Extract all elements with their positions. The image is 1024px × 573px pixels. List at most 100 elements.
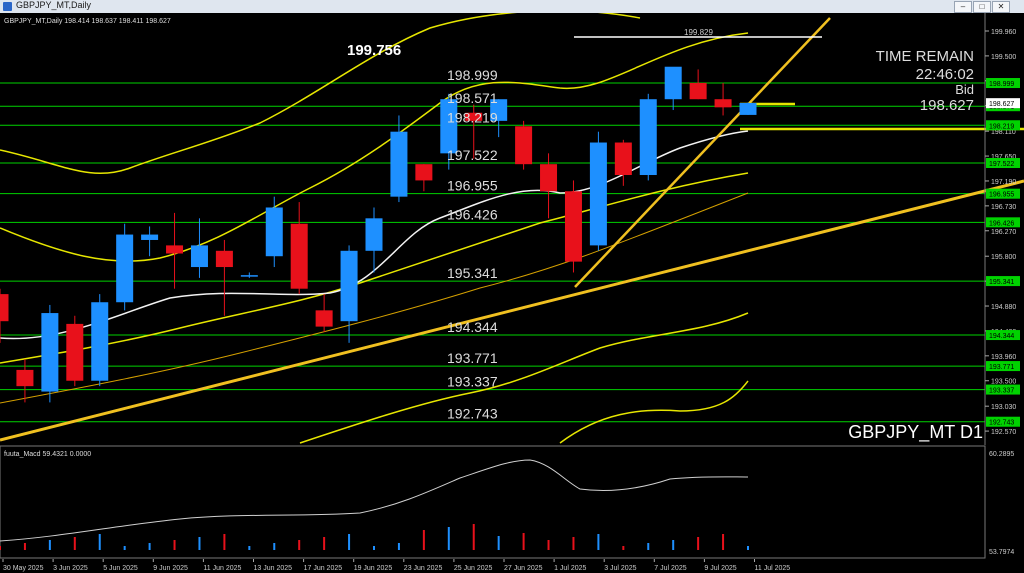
level-tag-6: 195.341	[989, 279, 1014, 286]
candle-body-1	[16, 369, 34, 387]
macd-top: 60.2895	[989, 451, 1014, 458]
candle-body-14	[340, 250, 358, 322]
price-tick-label-6: 197.190	[991, 179, 1016, 186]
time-remain-label: TIME REMAIN	[876, 48, 974, 65]
date-label-2: 5 Jun 2025	[103, 565, 138, 572]
macd-bar-16	[397, 543, 400, 550]
candle-body-30	[739, 103, 757, 115]
macd-bar-1	[23, 543, 26, 550]
macd-bar-4	[98, 534, 101, 550]
macd-bar-15	[373, 546, 375, 550]
date-label-5: 13 Jun 2025	[254, 565, 293, 572]
ohlc-header: GBPJPY_MT,Daily 198.414 198.637 198.411 …	[4, 18, 171, 25]
candle-body-26	[639, 99, 657, 176]
date-label-15: 11 Jul 2025	[755, 565, 791, 572]
macd-bar-0	[0, 546, 1, 550]
date-label-13: 7 Jul 2025	[654, 565, 686, 572]
macd-bottom: 53.7974	[989, 549, 1014, 556]
macd-bar-11	[273, 543, 276, 550]
candle-body-15	[365, 218, 383, 251]
price-tick-label-1: 199.500	[991, 54, 1016, 61]
date-label-14: 9 Jul 2025	[704, 565, 736, 572]
candle-body-7	[166, 245, 184, 254]
candle-body-2	[41, 313, 59, 392]
price-chart[interactable]: 198.999 198.571 198.219 197.522 196.955 196.4…	[0, 13, 1024, 573]
level-tag-4: 196.955	[989, 192, 1014, 199]
level-tag-0: 198.999	[989, 81, 1014, 88]
level-tag-7: 194.344	[989, 333, 1014, 340]
date-label-4: 11 Jun 2025	[203, 565, 241, 572]
candle-body-11	[265, 207, 283, 257]
candle-body-9	[215, 250, 233, 268]
window-title: GBPJPY_MT,Daily	[16, 0, 92, 10]
date-label-12: 3 Jul 2025	[604, 565, 636, 572]
candle-body-16	[390, 131, 408, 197]
candle-body-23	[564, 191, 582, 262]
level-label-6: 195.341	[447, 265, 498, 281]
candle-body-4	[91, 302, 109, 381]
candle-body-27	[664, 66, 682, 100]
macd-bar-26	[647, 543, 650, 550]
candle-body-8	[190, 245, 208, 268]
macd-bar-2	[48, 540, 51, 550]
date-label-3: 9 Jun 2025	[153, 565, 188, 572]
macd-bar-10	[248, 546, 251, 550]
price-tick-label-0: 199.960	[991, 29, 1016, 36]
macd-bar-13	[323, 537, 326, 550]
price-tick-label-16: 192.570	[991, 429, 1016, 436]
macd-bar-25	[622, 546, 625, 550]
price-tick-label-13: 193.960	[991, 354, 1016, 361]
candle-body-3	[66, 323, 84, 381]
date-label-7: 19 Jun 2025	[354, 565, 393, 572]
date-label-8: 23 Jun 2025	[404, 565, 443, 572]
macd-bar-22	[547, 540, 550, 550]
macd-bar-29	[722, 534, 725, 550]
macd-bar-3	[73, 537, 76, 550]
price-tick-label-7: 196.730	[991, 204, 1016, 211]
level-tag-10: 192.743	[989, 420, 1014, 427]
macd-bar-7	[173, 540, 176, 550]
macd-bar-27	[672, 540, 675, 550]
macd-bar-17	[422, 530, 425, 550]
macd-frame	[0, 445, 986, 559]
level-label-10: 192.743	[447, 406, 498, 422]
macd-bar-8	[198, 537, 201, 550]
date-label-9: 25 Jun 2025	[454, 565, 493, 572]
high-marker-label: 199.829	[684, 28, 713, 37]
level-label-5: 196.426	[447, 206, 498, 222]
level-label-0: 198.999	[447, 67, 498, 83]
level-tag-3: 197.522	[989, 161, 1014, 168]
level-label-7: 194.344	[447, 319, 498, 335]
close-button[interactable]: ✕	[992, 1, 1010, 13]
level-label-1: 198.571	[447, 90, 498, 106]
macd-bar-18	[447, 527, 450, 550]
level-tag-8: 193.771	[989, 364, 1014, 371]
time-remain-value: 22:46:02	[916, 66, 974, 83]
symbol-watermark: GBPJPY_MT D1	[848, 422, 983, 443]
level-label-8: 193.771	[447, 350, 498, 366]
level-tag-2: 198.219	[989, 123, 1014, 130]
candle-body-29	[714, 99, 732, 108]
date-label-1: 3 Jun 2025	[53, 565, 88, 572]
macd-bar-28	[697, 537, 700, 550]
macd-bar-14	[348, 534, 351, 550]
macd-panel: fuuta_Macd 59.4321 0.0000 60.2895 53.7974	[0, 445, 1014, 559]
macd-bar-20	[497, 536, 500, 550]
level-label-4: 196.955	[447, 178, 498, 194]
macd-label: fuuta_Macd 59.4321 0.0000	[4, 451, 91, 458]
minimize-button[interactable]: –	[954, 1, 972, 13]
level-label-2: 198.219	[447, 109, 498, 125]
macd-bar-19	[472, 524, 475, 550]
price-tick-label-11: 194.880	[991, 304, 1016, 311]
candle-body-10	[240, 275, 258, 277]
macd-bar-30	[747, 546, 749, 550]
macd-bar-9	[223, 534, 226, 550]
candle-body-17	[415, 164, 433, 181]
candle-body-24	[589, 142, 607, 246]
price-tick-label-15: 193.030	[991, 404, 1016, 411]
candle-body-13	[315, 310, 333, 327]
date-label-0: 30 May 2025	[3, 565, 44, 572]
candle-body-22	[540, 164, 558, 192]
maximize-button[interactable]: □	[973, 1, 991, 13]
chart-window-icon	[3, 2, 12, 11]
